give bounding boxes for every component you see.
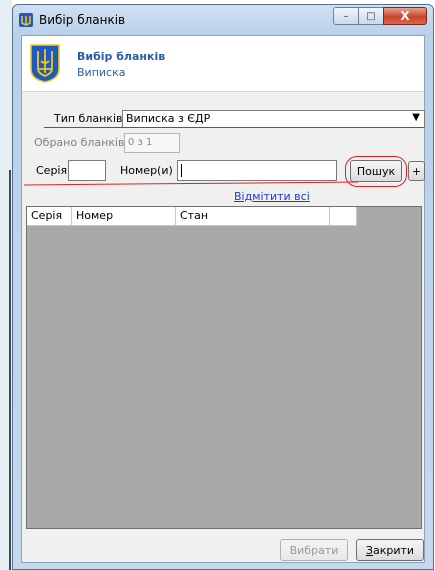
table-header: Серія Номер Стан — [27, 207, 357, 226]
column-header-status[interactable]: Стан — [176, 207, 330, 225]
coat-of-arms-icon — [30, 44, 60, 83]
close-accelerator: З — [365, 543, 373, 557]
column-header-number[interactable]: Номер — [72, 207, 176, 225]
blanks-table[interactable]: Серія Номер Стан — [26, 206, 422, 529]
blank-type-value: Виписка з ЄДР — [126, 112, 211, 125]
minimize-button[interactable]: – — [333, 7, 359, 25]
window-title: Вибір бланків — [39, 13, 126, 27]
series-label: Серія — [36, 164, 68, 177]
select-all-link[interactable]: Відмітити всі — [234, 190, 310, 203]
number-label: Номер(и) — [120, 164, 173, 177]
annotation-circle-search — [345, 156, 407, 187]
header-title: Вибір бланків — [77, 50, 166, 63]
header-subtitle: Виписка — [77, 66, 126, 79]
close-label: акрити — [372, 543, 415, 557]
background-window-edge — [0, 0, 12, 570]
selected-count-field: 0 з 1 — [124, 133, 180, 153]
dialog-client-area: Вибір бланків Виписка Тип бланків Виписк… — [21, 35, 425, 563]
selected-count-label: Обрано бланків — [34, 136, 125, 149]
title-bar[interactable]: Вибір бланків – □ X — [13, 5, 433, 35]
window-controls: – □ X — [333, 7, 427, 27]
maximize-button[interactable]: □ — [358, 7, 384, 25]
add-button[interactable]: + — [408, 161, 425, 181]
blank-type-label: Тип бланків — [54, 112, 123, 125]
choose-button[interactable]: Вибрати — [280, 539, 348, 561]
number-input[interactable] — [177, 160, 337, 181]
blank-type-select[interactable]: Виписка з ЄДР ▼ — [122, 110, 425, 128]
background-window-border — [9, 170, 11, 570]
annotation-underline-series — [24, 181, 358, 186]
column-header-extra[interactable] — [330, 207, 357, 225]
close-window-button[interactable]: X — [383, 7, 427, 25]
dialog-header: Вибір бланків Виписка — [22, 36, 424, 92]
dropdown-arrow-icon[interactable]: ▼ — [412, 112, 420, 123]
column-header-series[interactable]: Серія — [27, 207, 72, 225]
annotation-underline-type — [44, 127, 424, 128]
close-button[interactable]: Закрити — [356, 539, 424, 561]
text-caret — [181, 164, 182, 177]
dialog-window: Вибір бланків – □ X Вибір бланків Виписк… — [12, 4, 434, 570]
series-input[interactable] — [68, 160, 106, 181]
app-trident-icon — [19, 13, 33, 27]
